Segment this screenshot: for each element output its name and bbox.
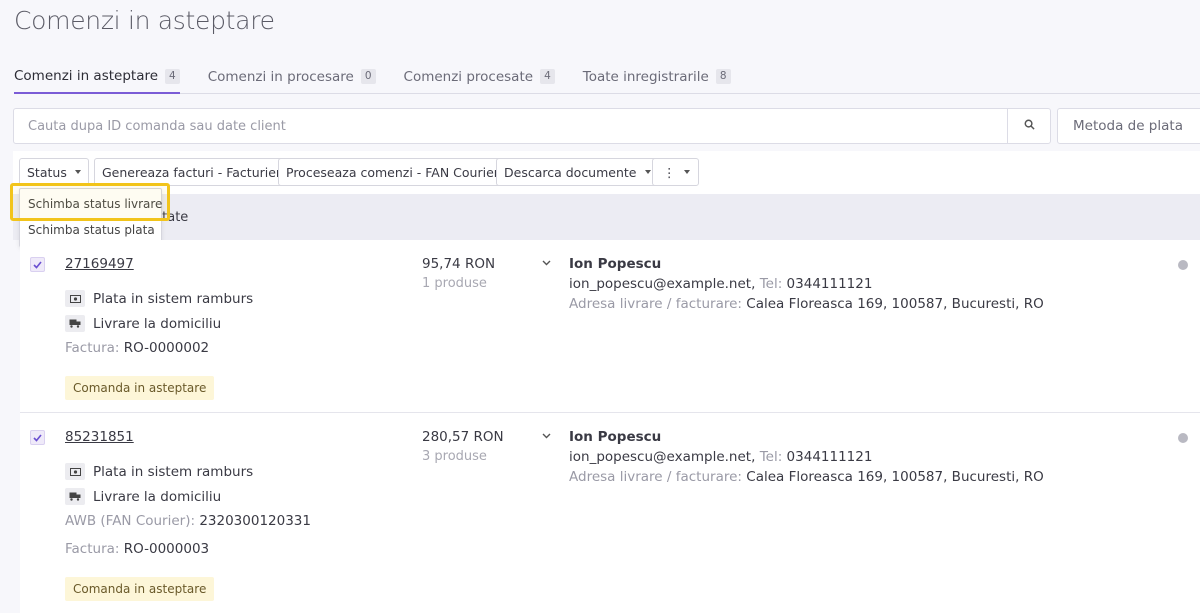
- caret-down-icon: [683, 170, 690, 174]
- generate-invoices-button[interactable]: Genereaza facturi - Facturier: [94, 158, 290, 186]
- cash-icon: [65, 290, 85, 307]
- order-checkbox[interactable]: [30, 257, 45, 272]
- tab-label: Toate inregistrarile: [582, 68, 709, 85]
- order-checkbox[interactable]: [30, 430, 45, 445]
- orders-list: 27169497 Plata in sistem ramburs Livrare…: [20, 240, 1200, 613]
- tab-processed-orders[interactable]: Comenzi procesate 4: [404, 60, 555, 93]
- customer-address: Adresa livrare / facturare: Calea Florea…: [569, 469, 1044, 485]
- product-count: 3 produse: [422, 449, 487, 464]
- order-id-link[interactable]: 27169497: [65, 256, 134, 272]
- invoice-number: RO-0000002: [123, 340, 210, 356]
- delivery-method-text: Livrare la domiciliu: [93, 315, 222, 332]
- tab-count-badge: 0: [360, 69, 376, 84]
- order-row: 85231851 Plata in sistem ramburs Livrare…: [20, 412, 1200, 613]
- customer-address: Adresa livrare / facturare: Calea Florea…: [569, 296, 1044, 312]
- page-title: Comenzi in asteptare: [14, 6, 275, 35]
- search-bar: [13, 108, 1051, 144]
- caret-down-icon: [74, 170, 81, 174]
- payment-method-select[interactable]: Metoda de plata: [1057, 108, 1200, 144]
- status-dropdown-menu: Schimba status livrare Schimba status pl…: [19, 188, 162, 247]
- process-fan-courier-button[interactable]: Proceseaza comenzi - FAN Courier: [278, 158, 507, 186]
- status-dropdown-button[interactable]: Status: [19, 158, 89, 186]
- tab-pending-orders[interactable]: Comenzi in asteptare 4: [14, 60, 180, 94]
- product-count: 1 produse: [422, 276, 487, 291]
- tab-processing-orders[interactable]: Comenzi in procesare 0: [208, 60, 376, 93]
- tel-label: Tel:: [759, 449, 783, 465]
- customer-contact: ion_popescu@example.net, Tel: 0344111121: [569, 276, 872, 292]
- customer-contact: ion_popescu@example.net, Tel: 0344111121: [569, 449, 872, 465]
- status-badge: Comanda in asteptare: [65, 577, 215, 601]
- truck-icon: [65, 315, 85, 332]
- status-dot: [1178, 260, 1188, 270]
- more-vert-icon: ⋮: [663, 164, 676, 180]
- status-dot: [1178, 433, 1188, 443]
- invoice-label: Factura:: [65, 340, 120, 356]
- menu-item-change-delivery-status[interactable]: Schimba status livrare: [20, 192, 162, 216]
- customer-email: ion_popescu@example.net,: [569, 276, 756, 292]
- address-text: Calea Floreasca 169, 100587, Bucuresti, …: [746, 469, 1044, 485]
- customer-name: Ion Popescu: [569, 256, 662, 272]
- invoice-row: Factura: RO-0000003: [65, 541, 209, 557]
- order-id-link[interactable]: 85231851: [65, 429, 134, 445]
- tab-all-records[interactable]: Toate inregistrarile 8: [583, 60, 731, 93]
- order-amount: 280,57 RON: [422, 429, 504, 445]
- order-amount: 95,74 RON: [422, 256, 496, 272]
- more-actions-button[interactable]: ⋮: [652, 158, 699, 186]
- tabs: Comenzi in asteptare 4 Comenzi in proces…: [14, 60, 1200, 94]
- awb-number: 2320300120331: [199, 513, 311, 529]
- order-row: 27169497 Plata in sistem ramburs Livrare…: [20, 240, 1200, 412]
- download-button-label: Descarca documente: [504, 164, 637, 180]
- payment-method-text: Plata in sistem ramburs: [93, 463, 254, 480]
- tel-label: Tel:: [759, 276, 783, 292]
- invoice-row: Factura: RO-0000002: [65, 340, 209, 356]
- customer-phone: 0344111121: [786, 276, 873, 292]
- caret-down-icon: [644, 170, 651, 174]
- menu-item-change-payment-status[interactable]: Schimba status plata: [20, 218, 161, 242]
- awb-label: AWB (FAN Courier):: [65, 513, 196, 529]
- invoice-label: Factura:: [65, 541, 120, 557]
- truck-icon: [65, 488, 85, 505]
- address-label: Adresa livrare / facturare:: [569, 296, 742, 312]
- tab-label: Comenzi in asteptare: [14, 68, 159, 84]
- status-badge: Comanda in asteptare: [65, 376, 215, 400]
- tab-count-badge: 4: [540, 69, 555, 84]
- payment-method-text: Plata in sistem ramburs: [93, 290, 254, 307]
- download-documents-button[interactable]: Descarca documente: [496, 158, 659, 186]
- tab-label: Comenzi in procesare: [207, 68, 354, 85]
- customer-phone: 0344111121: [786, 449, 873, 465]
- invoice-number: RO-0000003: [123, 541, 210, 557]
- tab-label: Comenzi procesate: [403, 68, 534, 85]
- delivery-method-row: Livrare la domiciliu: [65, 315, 221, 332]
- tab-count-badge: 4: [165, 68, 180, 84]
- payment-method-row: Plata in sistem ramburs: [65, 290, 253, 307]
- tab-count-badge: 8: [715, 69, 731, 84]
- awb-row: AWB (FAN Courier): 2320300120331: [65, 513, 311, 529]
- cash-icon: [65, 463, 85, 480]
- search-button[interactable]: [1007, 109, 1050, 143]
- status-button-label: Status: [27, 164, 67, 180]
- customer-name: Ion Popescu: [569, 429, 662, 445]
- selection-bar: [13, 194, 1200, 240]
- delivery-method-row: Livrare la domiciliu: [65, 488, 221, 505]
- search-icon: [1024, 119, 1035, 134]
- chevron-down-icon[interactable]: [542, 258, 551, 269]
- address-text: Calea Floreasca 169, 100587, Bucuresti, …: [746, 296, 1044, 312]
- payment-method-row: Plata in sistem ramburs: [65, 463, 253, 480]
- search-input[interactable]: [14, 109, 1007, 143]
- delivery-method-text: Livrare la domiciliu: [93, 488, 222, 505]
- chevron-down-icon[interactable]: [542, 431, 551, 442]
- customer-email: ion_popescu@example.net,: [569, 449, 756, 465]
- address-label: Adresa livrare / facturare:: [569, 469, 742, 485]
